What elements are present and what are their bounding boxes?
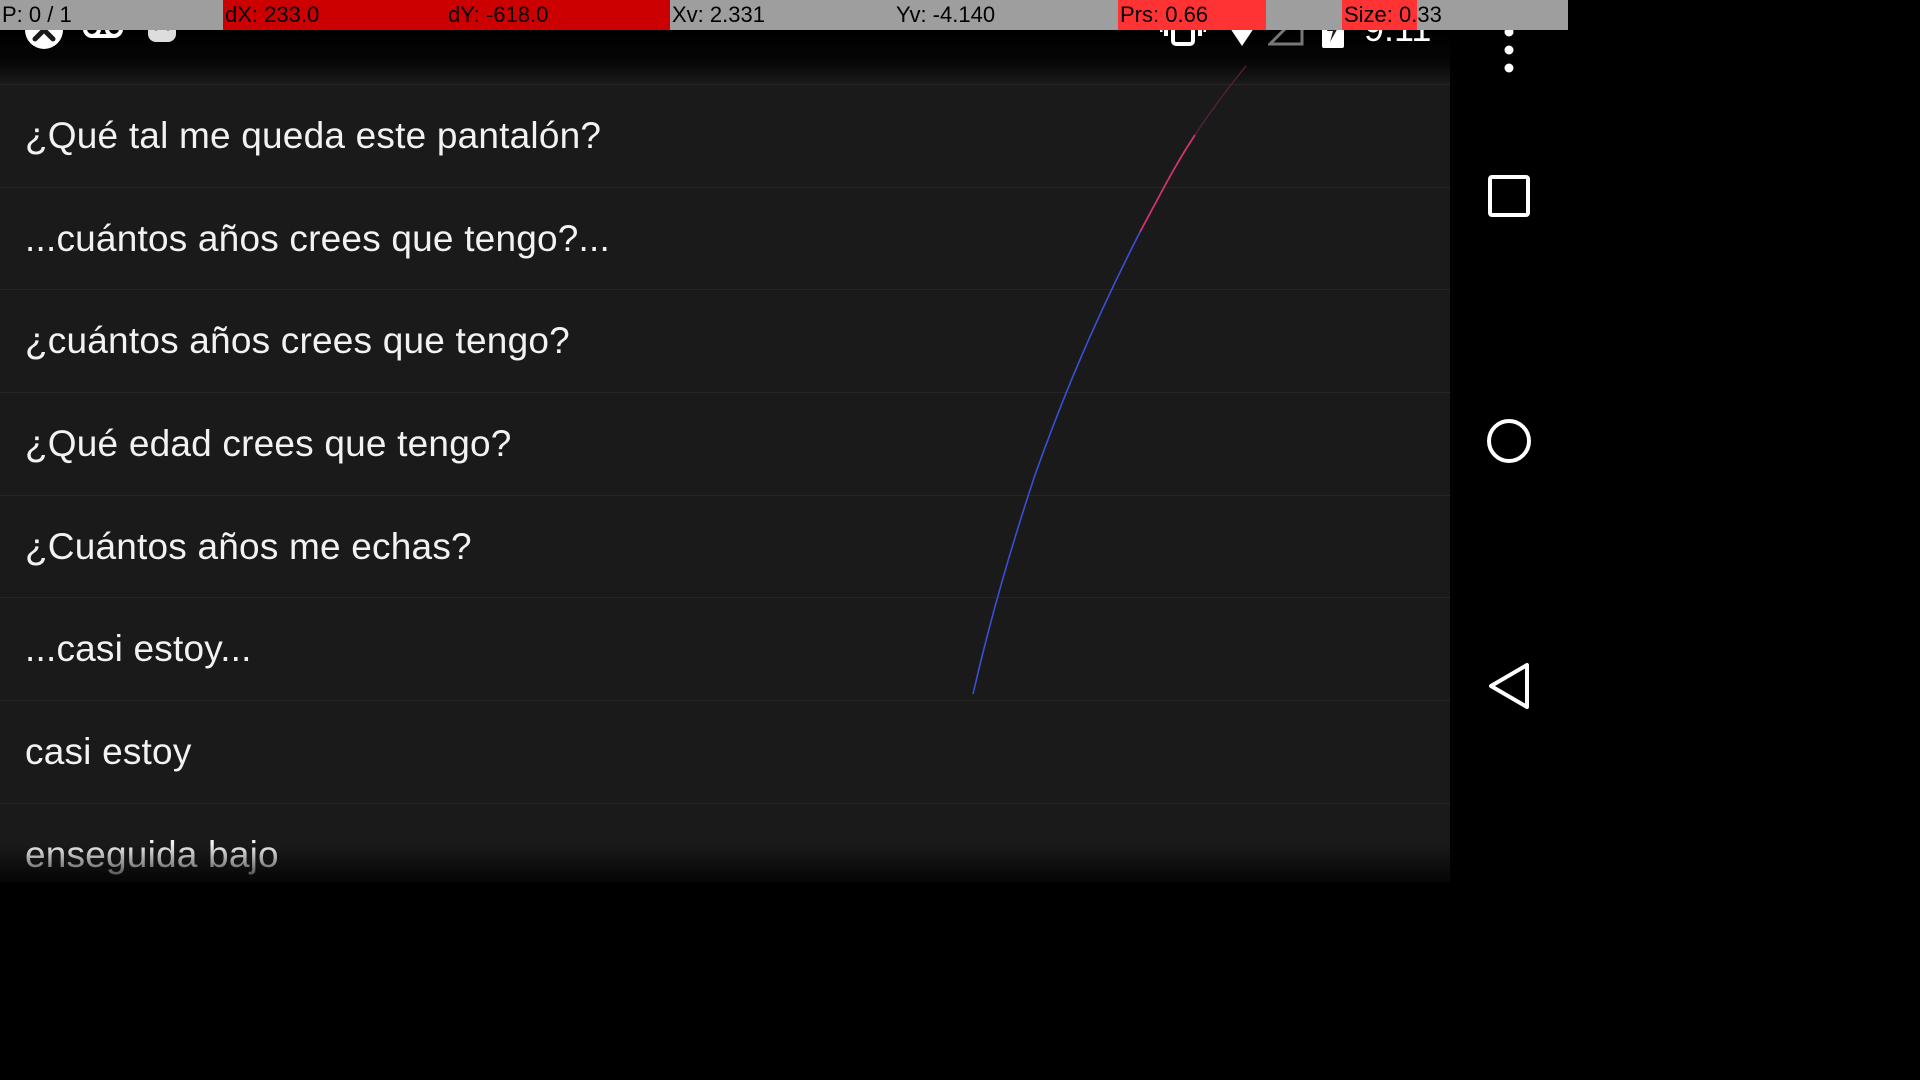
pressure-label: Prs: 0.66 [1120, 2, 1209, 27]
size-label: Size: 0.33 [1344, 2, 1442, 27]
pointer-location-overlay: P: 0 / 1 dX: 233.0 dY: -618.0 Xv: 2.331 … [0, 0, 1568, 30]
x-velocity: Xv: 2.331 [670, 0, 894, 30]
y-velocity: Yv: -4.140 [894, 0, 1118, 30]
home-button[interactable] [1450, 404, 1568, 478]
recents-button[interactable] [1450, 160, 1568, 232]
screen: ¿Qué tal me queda este pantalón? ...cuán… [0, 0, 1568, 882]
pressure: Prs: 0.66 [1118, 0, 1342, 30]
list-item[interactable]: ¿Qué tal me queda este pantalón? [0, 85, 1450, 188]
touch-size: Size: 0.33 [1342, 0, 1568, 30]
circle-home-icon [1487, 419, 1531, 463]
pointer-count: P: 0 / 1 [0, 0, 223, 30]
list-item[interactable]: ¿Qué edad crees que tengo? [0, 393, 1450, 496]
delta-y: dY: -618.0 [446, 0, 670, 30]
triangle-back-icon [1489, 663, 1529, 709]
list-bottom-fade [0, 844, 1450, 882]
list-item[interactable]: ¿Cuántos años me echas? [0, 496, 1450, 599]
phrase-list[interactable]: ¿Qué tal me queda este pantalón? ...cuán… [0, 84, 1450, 882]
delta-x: dX: 233.0 [223, 0, 446, 30]
list-item[interactable]: ...casi estoy... [0, 598, 1450, 702]
phrase-list-container[interactable]: ¿Qué tal me queda este pantalón? ...cuán… [0, 30, 1450, 882]
navigation-bar [1450, 0, 1568, 882]
list-item[interactable]: ...cuántos años crees que tengo?... [0, 188, 1450, 291]
list-item[interactable]: ¿cuántos años crees que tengo? [0, 290, 1450, 394]
more-options-button[interactable] [1450, 22, 1568, 78]
back-button[interactable] [1450, 648, 1568, 724]
more-vert-icon [1504, 27, 1514, 73]
square-recents-icon [1488, 175, 1530, 217]
list-item[interactable]: casi estoy [0, 701, 1450, 804]
